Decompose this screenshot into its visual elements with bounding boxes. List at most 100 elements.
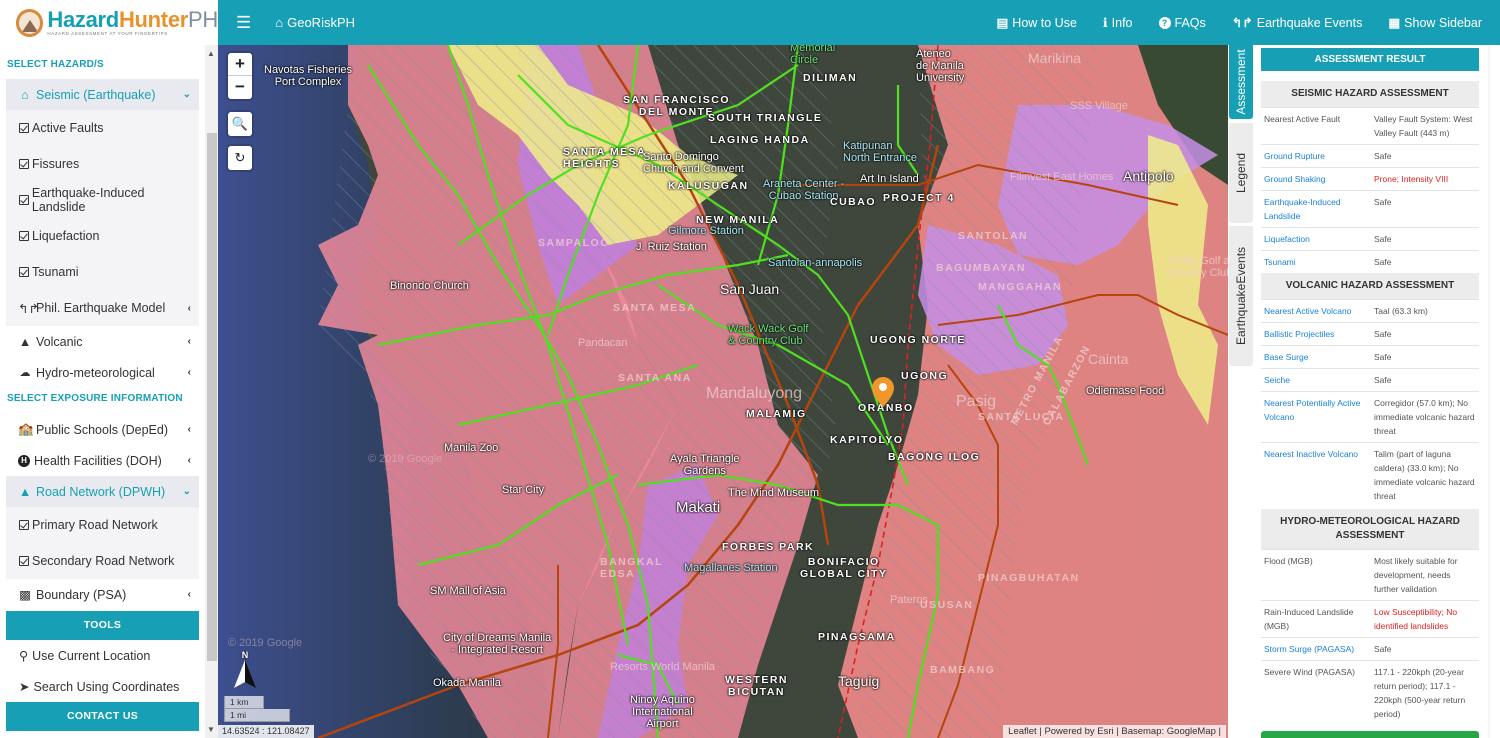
hazard-info-link[interactable]: Ground Shaking — [1261, 167, 1371, 191]
question-icon: ? — [1158, 16, 1171, 29]
map-label-filinvest: Filinvest East Homes — [1010, 171, 1114, 183]
menu-boundary[interactable]: ▩ Boundary (PSA) ‹ — [6, 579, 199, 610]
search-coordinates[interactable]: ➤ Search Using Coordinates — [19, 679, 179, 695]
hazard-info-link[interactable]: Liquefaction — [1261, 227, 1371, 251]
tool-label: Use Current Location — [32, 648, 151, 663]
map-label-forbes-park: FORBES PARK — [722, 541, 815, 553]
layer-eq-landslide[interactable]: Earthquake-Induced Landslide — [6, 182, 199, 218]
map-label-art-in-island: Art In Island — [860, 173, 919, 185]
menu-road-network[interactable]: ▲ Road Network (DPWH) ⌄ — [6, 476, 199, 507]
hazard-info-link[interactable]: Storm Surge (PAGASA) — [1261, 637, 1371, 661]
hazard-result: Most likely suitable for development, ne… — [1371, 549, 1479, 601]
map-label-santo-domingo: Santo Domingo Church and Convent — [643, 151, 744, 176]
nav-faqs[interactable]: ? FAQs — [1158, 16, 1206, 30]
hazard-info-link[interactable]: Seiche — [1261, 368, 1371, 392]
map-label-manila-zoo: Manila Zoo — [444, 442, 499, 454]
menu-seismic-label: Seismic (Earthquake) — [36, 87, 156, 102]
layer-active-faults[interactable]: Active Faults — [6, 110, 199, 146]
layer-primary-road[interactable]: Primary Road Network — [6, 507, 199, 543]
checkbox-checked-icon[interactable] — [19, 267, 29, 277]
panel-scrollbar[interactable] — [1488, 45, 1490, 738]
hazard-result: Safe — [1371, 345, 1479, 369]
layer-fissures[interactable]: Fissures — [6, 146, 199, 182]
brand-name-hunter: Hunter — [118, 6, 189, 32]
green-action-button[interactable] — [1261, 731, 1479, 738]
hazard-info-link[interactable]: Nearest Potentially Active Volcano — [1261, 391, 1371, 443]
menu-health-facilities[interactable]: H Health Facilities (DOH) ‹ — [6, 445, 199, 476]
assessment-panel: ASSESSMENT RESULT SEISMIC HAZARD ASSESSM… — [1254, 45, 1500, 738]
volcanic-assessment-table: Nearest Active Volcano Taal (63.3 km) Ball… — [1261, 299, 1479, 507]
layer-label: Primary Road Network — [32, 518, 158, 532]
assessment-row: Ballistic Projectiles Safe — [1261, 322, 1479, 346]
checkbox-checked-icon[interactable] — [19, 123, 29, 133]
nav-how-to-use[interactable]: ▤ How to Use — [996, 15, 1076, 31]
tab-legend[interactable]: Legend — [1229, 123, 1253, 223]
hazard-info-link[interactable]: Ground Rupture — [1261, 144, 1371, 168]
zoom-out-button[interactable]: − — [228, 76, 252, 99]
location-marker-icon[interactable] — [872, 377, 894, 407]
map-label-bangkal: BANGKAL EDSA — [600, 556, 663, 580]
menu-hydrometeorological[interactable]: ☁ Hydro-meteorological ‹ — [6, 357, 199, 388]
cursor-coordinates: 14.63524 : 121.08427 — [218, 725, 314, 738]
map-label-santolan: SANTOLAN — [958, 230, 1029, 242]
tab-assessment[interactable]: Assessment — [1229, 45, 1253, 119]
menu-public-schools[interactable]: 🏫 Public Schools (DepEd) ‹ — [6, 414, 199, 445]
nav-info[interactable]: i Info — [1103, 15, 1133, 30]
nav-show-sidebar[interactable]: ▦ Show Sidebar — [1388, 15, 1482, 31]
scroll-down-arrow-icon[interactable]: ▼ — [207, 725, 215, 734]
menu-seismic[interactable]: ⌂ Seismic (Earthquake) ⌄ — [6, 79, 199, 110]
georiskph-link[interactable]: ⌂ GeoRiskPH — [275, 15, 355, 30]
hazard-info-link[interactable]: Nearest Active Volcano — [1261, 299, 1371, 323]
puzzle-icon: ▩ — [19, 588, 31, 602]
checkbox-checked-icon[interactable] — [19, 231, 29, 241]
hazard-name: Rain-Induced Landslide (MGB) — [1261, 600, 1371, 638]
checkbox-checked-icon[interactable] — [19, 195, 29, 205]
assessment-row: Ground Rupture Safe — [1261, 144, 1479, 168]
sidebar-scroll-thumb[interactable] — [207, 133, 217, 661]
checkbox-checked-icon[interactable] — [19, 520, 29, 530]
contact-us-button[interactable]: CONTACT US — [6, 702, 199, 731]
hazard-map[interactable]: Navotas Fisheries Port Complex Marikina … — [218, 45, 1228, 738]
map-refresh-button[interactable]: ↻ — [228, 146, 252, 170]
map-attribution[interactable]: Leaflet | Powered by Esri | Basemap: Goo… — [1003, 725, 1226, 738]
zoom-in-button[interactable]: + — [228, 53, 252, 76]
assessment-row: Nearest Potentially Active Volcano Correg… — [1261, 391, 1479, 443]
scroll-up-arrow-icon[interactable]: ▲ — [207, 49, 215, 58]
hamburger-icon[interactable]: ☰ — [236, 13, 251, 33]
scale-mi: 1 mi — [224, 709, 290, 722]
layer-tsunami[interactable]: Tsunami — [6, 254, 199, 290]
hazard-result: 117.1 - 220kph (20-year return period); … — [1371, 660, 1479, 725]
layer-liquefaction[interactable]: Liquefaction — [6, 218, 199, 254]
hazard-info-link[interactable]: Earthquake-Induced Landslide — [1261, 190, 1371, 228]
map-label-makati: Makati — [676, 499, 721, 516]
map-pin-icon: ⚲ — [19, 649, 29, 663]
hazard-info-link[interactable]: Base Surge — [1261, 345, 1371, 369]
map-label-mind-museum: The Mind Museum — [728, 487, 820, 499]
map-search-button[interactable]: 🔍 — [228, 112, 252, 136]
exposure-group: 🏫 Public Schools (DepEd) ‹ H Health Faci… — [6, 414, 199, 610]
checkbox-checked-icon[interactable] — [19, 556, 29, 566]
assessment-row: Ground Shaking Prone; Intensity VIII — [1261, 167, 1479, 191]
use-current-location[interactable]: ⚲ Use Current Location — [19, 648, 151, 664]
menu-volcanic[interactable]: ▲ Volcanic ‹ — [6, 326, 199, 357]
hazard-info-link[interactable]: Nearest Inactive Volcano — [1261, 442, 1371, 507]
map-label-santa-ana: SANTA ANA — [618, 372, 692, 384]
layer-secondary-road[interactable]: Secondary Road Network — [6, 543, 199, 579]
map-label-resorts-world: Resorts World Manila — [610, 661, 715, 673]
hazard-info-link[interactable]: Tsunami — [1261, 250, 1371, 273]
assessment-row: Nearest Inactive Volcano Talim (part of l… — [1261, 442, 1479, 507]
search-icon: 🔍 — [231, 116, 249, 131]
menu-label: Road Network (DPWH) — [36, 484, 166, 499]
volcano-icon: ▲ — [18, 334, 32, 349]
nav-label: Info — [1111, 15, 1133, 30]
checkbox-checked-icon[interactable] — [19, 159, 29, 169]
layer-label: Secondary Road Network — [32, 554, 175, 568]
nav-earthquake-events[interactable]: ↰↱ Earthquake Events — [1232, 15, 1363, 31]
brand-logo[interactable]: HazardHunterPH HAZARD ASSESSMENT AT YOUR… — [0, 0, 218, 45]
tab-earthquake-events[interactable]: EarthquakeEvents — [1229, 226, 1253, 366]
grid-icon: ▦ — [1388, 16, 1401, 30]
hazard-info-link[interactable]: Ballistic Projectiles — [1261, 322, 1371, 346]
menu-phil-earthquake-model[interactable]: ↰↱ Phil. Earthquake Model ‹ — [6, 290, 199, 326]
hazard-name: Flood (MGB) — [1261, 549, 1371, 601]
map-label-gilmore: Gilmore Station — [668, 225, 744, 237]
